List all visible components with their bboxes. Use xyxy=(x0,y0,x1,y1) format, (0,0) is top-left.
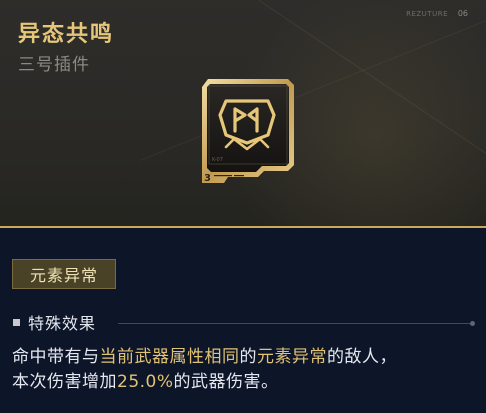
desc-text: 本次伤害增加 xyxy=(12,372,117,392)
desc-highlight: 元素异常 xyxy=(257,347,327,367)
plugin-subtitle: 三号插件 xyxy=(18,55,90,75)
plugin-title: 异态共鸣 xyxy=(18,22,115,47)
section-bullet-icon xyxy=(13,319,20,326)
desc-highlight: 25.0% xyxy=(117,372,174,392)
element-anomaly-badge: 元素异常 xyxy=(12,259,116,289)
section-rule-end-dot xyxy=(470,321,475,326)
desc-text: 命中带有与 xyxy=(12,347,100,367)
special-effect-header: 特殊效果 xyxy=(12,313,478,335)
desc-text: 的敌人， xyxy=(327,347,397,367)
section-label: 特殊效果 xyxy=(28,314,97,333)
chip-code-line xyxy=(234,175,244,177)
desc-text: 的武器伤害。 xyxy=(173,372,279,392)
header-tag-number: 06 xyxy=(457,9,468,18)
header-tag: REZUTURE xyxy=(406,10,448,18)
desc-text: 的 xyxy=(239,347,257,367)
chip-code-line xyxy=(214,175,232,177)
chip-frame: 3 K-07 xyxy=(202,79,294,184)
plugin-detail-card: 异态共鸣 三号插件 REZUTURE 06 3 K-07 元素异常 特殊效果 命… xyxy=(0,0,486,413)
section-rule xyxy=(118,323,472,324)
chip-corner-mark: K-07 xyxy=(212,157,223,163)
effect-description: 命中带有与当前武器属性相同的元素异常的敌人， 本次伤害增加25.0%的武器伤害。 xyxy=(12,345,474,395)
desc-highlight: 当前武器属性相同 xyxy=(99,347,240,367)
plugin-chip: 3 K-07 xyxy=(198,77,296,187)
chip-slot-number: 3 xyxy=(204,173,211,184)
